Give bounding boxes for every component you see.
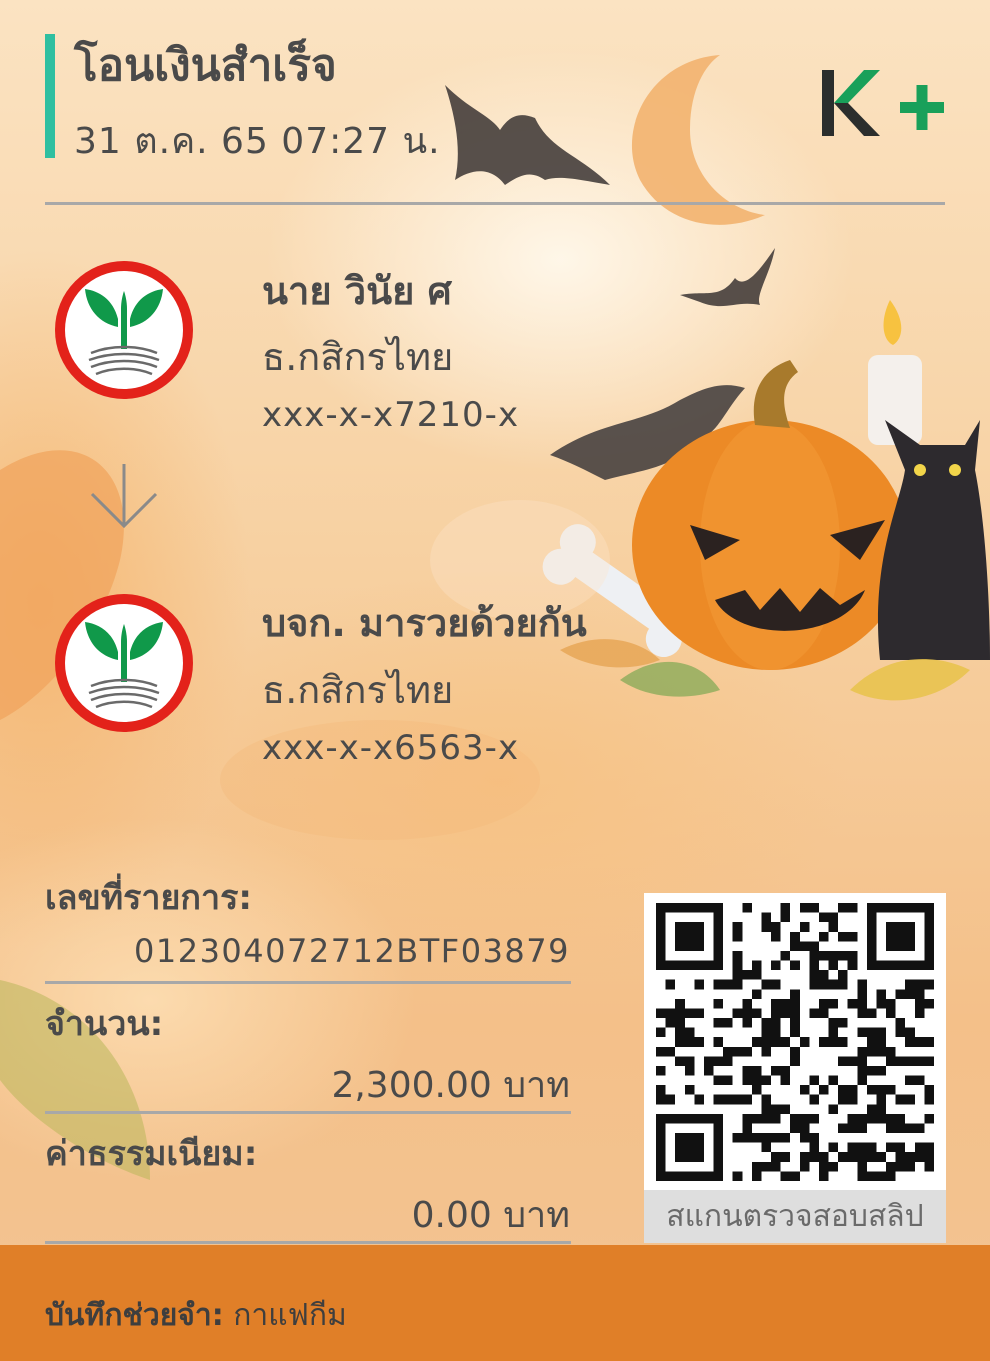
receiver-account: xxx-x-x6563-x bbox=[262, 728, 520, 768]
sender-account: xxx-x-x7210-x bbox=[262, 395, 520, 435]
qr-code-icon[interactable] bbox=[656, 903, 934, 1181]
arrow-down-icon bbox=[90, 464, 158, 529]
amount-value: 2,300.00 บาท bbox=[331, 1065, 570, 1106]
transaction-datetime: 31 ต.ค. 65 07:27 น. bbox=[74, 121, 441, 162]
fee-label: ค่าธรรมเนียม: bbox=[45, 1134, 258, 1174]
qr-caption: สแกนตรวจสอบสลิป bbox=[644, 1190, 946, 1243]
transaction-id-value: 012304072712BTF03879 bbox=[133, 932, 570, 970]
header-accent-bar bbox=[45, 34, 55, 158]
header-divider bbox=[45, 202, 945, 205]
memo-label: บันทึกช่วยจำ: bbox=[45, 1298, 224, 1333]
receiver-bank: ธ.กสิกรไทย bbox=[262, 668, 454, 712]
page-title: โอนเงินสำเร็จ bbox=[74, 40, 337, 91]
divider bbox=[45, 981, 571, 984]
memo-value: กาแฟกีม bbox=[233, 1298, 347, 1333]
transaction-id-label: เลขที่รายการ: bbox=[45, 878, 252, 918]
verification-qr-panel[interactable]: สแกนตรวจสอบสลิป bbox=[644, 893, 946, 1243]
memo-line: บันทึกช่วยจำ: กาแฟกีม bbox=[45, 1292, 347, 1339]
kasikorn-bank-icon bbox=[55, 261, 193, 399]
divider bbox=[45, 1241, 571, 1244]
kasikorn-bank-icon bbox=[55, 594, 193, 732]
amount-label: จำนวน: bbox=[45, 1004, 164, 1044]
sender-bank: ธ.กสิกรไทย bbox=[262, 335, 454, 379]
fee-value: 0.00 บาท bbox=[411, 1195, 570, 1236]
k-plus-logo-icon bbox=[822, 70, 944, 136]
sender-name: นาย วินัย ศ bbox=[262, 269, 452, 313]
divider bbox=[45, 1111, 571, 1114]
receiver-name: บจก. มารวยด้วยกัน bbox=[262, 601, 587, 645]
